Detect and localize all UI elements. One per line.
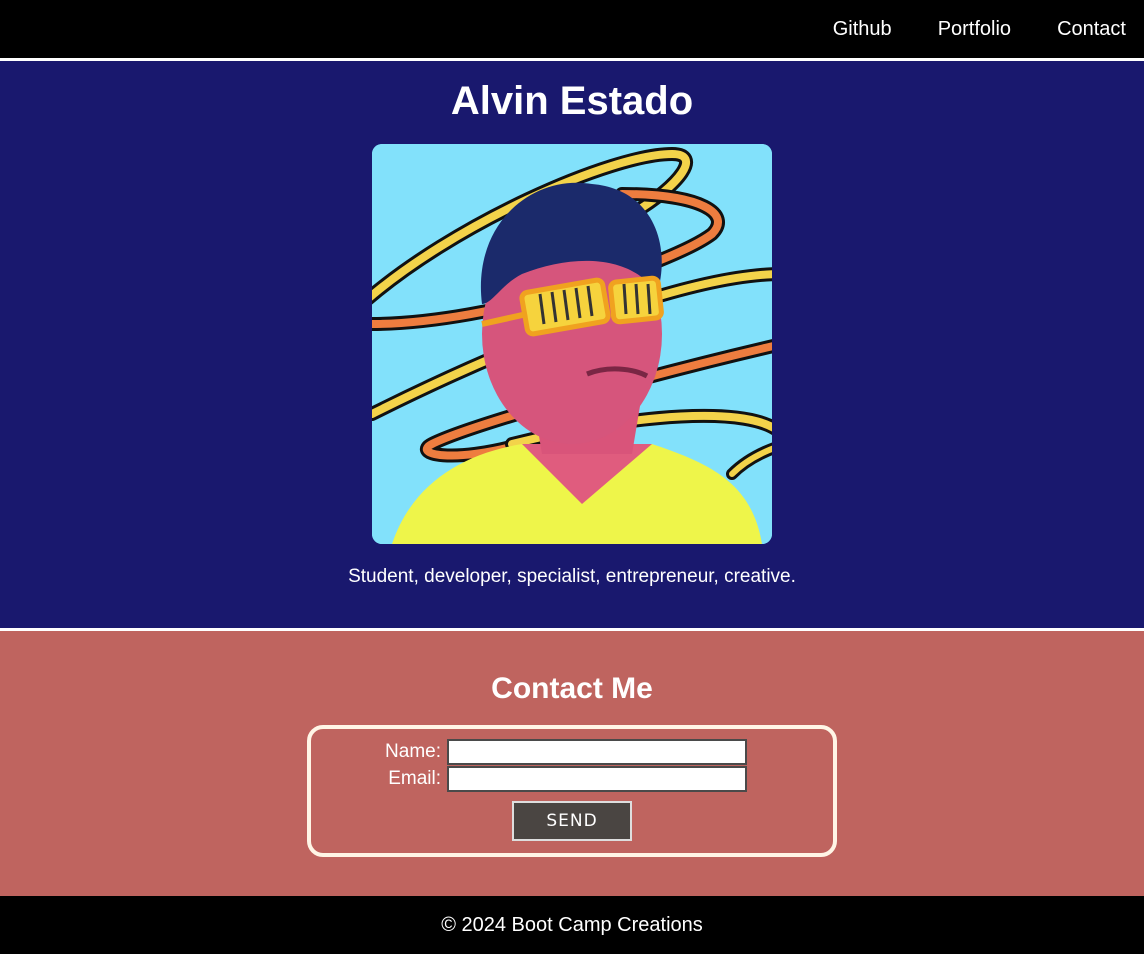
footer: © 2024 Boot Camp Creations [0, 896, 1144, 954]
name-row: Name: [311, 739, 747, 765]
contact-section: Contact Me Name: Email: SEND [0, 631, 1144, 896]
nav-link-contact[interactable]: Contact [1057, 0, 1126, 58]
send-button[interactable]: SEND [512, 801, 632, 841]
email-row: Email: [311, 766, 747, 792]
profile-portrait [372, 144, 772, 544]
name-label: Name: [385, 741, 441, 762]
name-input[interactable] [447, 739, 747, 765]
contact-title: Contact Me [491, 672, 653, 705]
contact-form: Name: Email: SEND [307, 725, 837, 857]
hero-section: Alvin Estado Student, developer, special… [0, 61, 1144, 628]
top-navigation: Github Portfolio Contact [0, 0, 1144, 58]
email-label: Email: [388, 768, 441, 789]
portrait-illustration [372, 144, 772, 544]
tagline: Student, developer, specialist, entrepre… [348, 566, 796, 587]
footer-text: © 2024 Boot Camp Creations [441, 913, 703, 936]
page-title: Alvin Estado [450, 79, 694, 123]
email-input[interactable] [447, 766, 747, 792]
nav-link-github[interactable]: Github [833, 0, 892, 58]
nav-link-portfolio[interactable]: Portfolio [938, 0, 1011, 58]
